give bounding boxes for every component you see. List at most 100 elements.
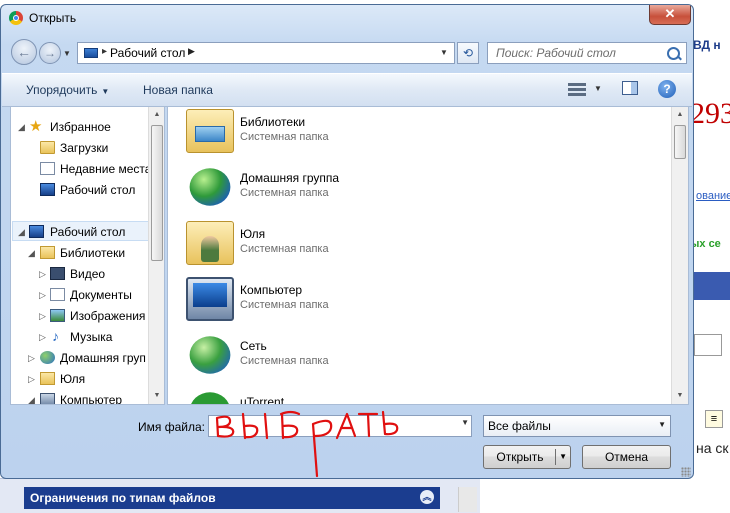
nav-scrollbar[interactable]: ▲ ▼ <box>148 107 164 404</box>
expand-arrow-icon[interactable]: ▷ <box>28 369 35 389</box>
help-icon[interactable]: ? <box>658 80 676 98</box>
background-link[interactable]: ование <box>696 190 730 202</box>
collapse-arrow-icon[interactable]: ◢ <box>18 222 25 242</box>
forward-button[interactable]: → <box>39 42 61 64</box>
filename-dropdown-icon[interactable]: ▼ <box>461 418 469 427</box>
cancel-button[interactable]: Отмена <box>582 445 671 469</box>
item-name: Юля <box>240 227 266 241</box>
star-icon: ★ <box>29 118 43 135</box>
nav-item-label: Компьютер <box>60 393 123 405</box>
address-bar[interactable]: ▸ Рабочий стол ▶ ▼ <box>77 42 455 64</box>
recent-places-icon <box>40 162 55 175</box>
item-description: Системная папка <box>240 187 329 199</box>
breadcrumb-arrow-icon[interactable]: ▶ <box>188 46 195 57</box>
nav-item-label: Музыка <box>70 330 113 344</box>
libraries-icon <box>186 109 234 153</box>
file-list[interactable]: Библиотеки Системная папка Домашняя груп… <box>167 106 689 405</box>
background-number-fragment: 293 <box>690 97 730 130</box>
breadcrumb-location[interactable]: Рабочий стол <box>110 46 185 60</box>
preview-pane-icon[interactable] <box>622 81 638 95</box>
refresh-button[interactable]: ⟲ <box>457 42 479 64</box>
file-type-dropdown-icon: ▼ <box>658 420 666 429</box>
video-icon <box>50 267 65 280</box>
music-icon: ♪ <box>52 328 59 344</box>
item-description: Системная папка <box>240 131 329 143</box>
resize-grip-icon[interactable] <box>681 467 691 477</box>
item-name: uTorrent <box>240 395 285 405</box>
split-divider <box>555 449 556 465</box>
item-name: Сеть <box>240 339 267 353</box>
organize-label: Упорядочить <box>26 83 98 97</box>
expand-arrow-icon[interactable]: ▷ <box>39 285 46 305</box>
nav-item-label: Библиотеки <box>60 246 126 260</box>
collapse-arrow-icon[interactable]: ◢ <box>18 117 25 137</box>
organize-button[interactable]: Упорядочить ▼ <box>26 83 109 97</box>
item-description: Системная папка <box>240 299 329 311</box>
view-dropdown-icon[interactable]: ▼ <box>594 84 602 93</box>
file-type-restrictions-header[interactable]: Ограничения по типам файлов ︽ <box>24 487 440 509</box>
expand-arrow-icon[interactable]: ▷ <box>39 264 46 284</box>
address-dropdown-icon[interactable]: ▼ <box>436 44 452 62</box>
recent-locations-dropdown-icon[interactable]: ▼ <box>63 49 71 58</box>
background-green-text: ых се <box>690 238 721 250</box>
navigation-pane[interactable]: ◢ ★ Избранное Загрузки Недавние места Ра… <box>10 106 165 405</box>
nav-scroll-thumb[interactable] <box>151 125 163 261</box>
item-description: Системная папка <box>240 243 329 255</box>
nav-item-label: Юля <box>60 372 86 386</box>
homegroup-icon <box>189 168 231 206</box>
item-name: Домашняя группа <box>240 171 340 185</box>
computer-icon <box>186 277 234 321</box>
scroll-up-arrow-icon[interactable]: ▲ <box>149 107 164 123</box>
open-button[interactable]: Открыть ▼ <box>483 445 571 469</box>
title-bar[interactable]: Открыть ✕ <box>1 5 693 33</box>
breadcrumb-separator-icon[interactable]: ▸ <box>102 46 107 57</box>
item-name: Библиотеки <box>240 115 306 129</box>
dialog-title: Открыть <box>29 11 77 25</box>
background-text: на ск <box>696 440 729 456</box>
background-note-icon[interactable]: ≡ <box>705 410 723 428</box>
list-item[interactable]: Домашняя группа Системная папка <box>186 163 606 215</box>
collapse-arrow-icon[interactable]: ◢ <box>28 243 35 263</box>
list-item[interactable]: uTorrent <box>186 387 606 405</box>
file-type-value: Все файлы <box>488 419 551 433</box>
desktop-icon <box>29 225 44 238</box>
list-item[interactable]: Компьютер Системная папка <box>186 275 606 327</box>
libraries-icon <box>40 246 55 259</box>
change-view-icon[interactable] <box>568 81 586 97</box>
collapse-chevron-icon[interactable]: ︽ <box>420 490 434 504</box>
file-type-select[interactable]: Все файлы ▼ <box>483 415 671 437</box>
organize-dropdown-icon: ▼ <box>101 87 110 96</box>
filename-field[interactable]: ▼ <box>208 415 472 437</box>
background-blue-bar <box>693 272 730 300</box>
collapse-arrow-icon[interactable]: ◢ <box>28 390 35 404</box>
nav-item-label: Избранное <box>50 120 111 134</box>
list-item[interactable]: Сеть Системная папка <box>186 331 606 383</box>
scroll-down-arrow-icon[interactable]: ▼ <box>672 388 688 404</box>
nav-item-label: Рабочий стол <box>60 183 136 197</box>
new-folder-button[interactable]: Новая папка <box>143 83 213 97</box>
pictures-icon <box>50 309 65 322</box>
expand-arrow-icon[interactable]: ▷ <box>39 327 46 347</box>
expand-arrow-icon[interactable]: ▷ <box>39 306 46 326</box>
nav-item-label: Домашняя груп <box>60 351 146 365</box>
back-button[interactable]: ← <box>11 39 37 65</box>
nav-item-label: Изображения <box>70 309 146 323</box>
scroll-up-arrow-icon[interactable]: ▲ <box>672 107 688 123</box>
scroll-down-arrow-icon[interactable]: ▼ <box>149 388 164 404</box>
user-folder-icon <box>186 221 234 265</box>
close-button[interactable]: ✕ <box>649 5 691 25</box>
background-scrollbar[interactable] <box>458 487 477 512</box>
expand-arrow-icon[interactable]: ▷ <box>28 348 35 368</box>
search-icon[interactable] <box>667 47 680 60</box>
filename-input[interactable] <box>212 417 456 437</box>
desktop-icon <box>84 48 98 58</box>
background-input[interactable] <box>694 334 722 356</box>
search-input[interactable]: Поиск: Рабочий стол <box>487 42 687 64</box>
list-item[interactable]: Юля Системная папка <box>186 219 606 271</box>
file-list-scrollbar[interactable]: ▲ ▼ <box>671 107 688 404</box>
open-dropdown-icon[interactable]: ▼ <box>559 446 567 468</box>
filename-label: Имя файла: <box>138 420 205 434</box>
item-name: Компьютер <box>240 283 303 297</box>
list-item[interactable]: Библиотеки Системная папка <box>186 107 606 159</box>
file-list-scroll-thumb[interactable] <box>674 125 686 159</box>
